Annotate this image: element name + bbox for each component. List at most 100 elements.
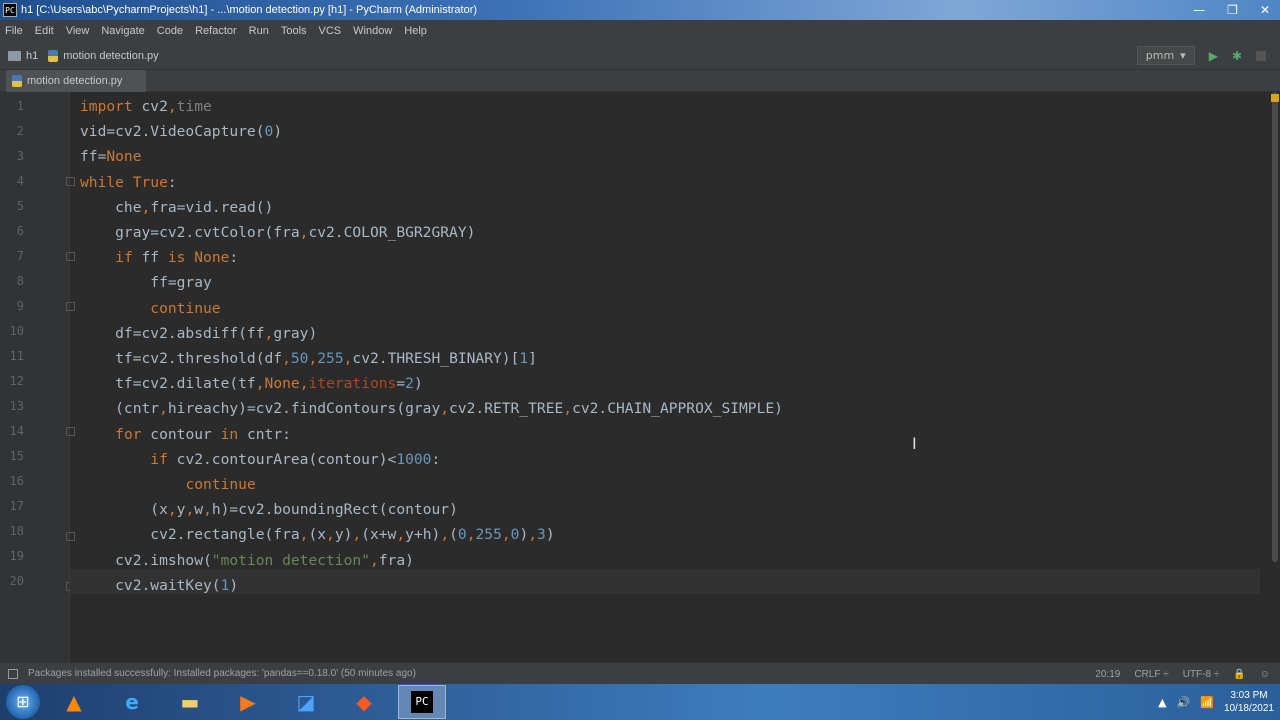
line-number: 19 — [9, 549, 24, 563]
editor-tabs: motion detection.py — [0, 70, 1280, 92]
code-line[interactable]: continue — [80, 472, 255, 497]
code-line[interactable]: (x,y,w,h)=cv2.boundingRect(contour) — [80, 497, 458, 522]
pycharm-icon: PC — [411, 691, 433, 713]
menu-view[interactable]: View — [66, 25, 90, 37]
code-line[interactable]: for contour in cntr: — [80, 422, 291, 447]
clock-time: 3:03 PM — [1230, 690, 1268, 701]
menu-navigate[interactable]: Navigate — [101, 25, 144, 37]
system-tray: ▲ 🔊 📶 3:03 PM 10/18/2021 — [1158, 684, 1274, 720]
minimize-button[interactable]: — — [1193, 0, 1205, 20]
line-number: 7 — [16, 249, 24, 263]
code-line[interactable]: gray=cv2.cvtColor(fra,cv2.COLOR_BGR2GRAY… — [80, 220, 475, 245]
pycharm-taskbar-button[interactable]: PC — [398, 685, 446, 719]
code-line[interactable]: df=cv2.absdiff(ff,gray) — [80, 321, 317, 346]
line-number: 17 — [9, 499, 24, 513]
code-editor[interactable]: 1 2 3 4 5 6 7 8 9 10 11 12 13 14 15 16 1… — [0, 92, 1280, 662]
line-number: 5 — [16, 199, 24, 213]
code-line[interactable]: cv2.rectangle(fra,(x,y),(x+w,y+h),(0,255… — [80, 522, 554, 547]
menu-refactor[interactable]: Refactor — [195, 25, 237, 37]
python-file-icon — [12, 75, 22, 87]
windows-taskbar: ⊞ ▲ e ▬ ▶ ◪ ◆ PC — [0, 684, 1280, 720]
line-number: 10 — [9, 324, 24, 338]
line-number: 15 — [9, 449, 24, 463]
status-message[interactable]: Packages installed successfully: Install… — [28, 668, 416, 679]
volume-icon[interactable]: 🔊 — [1177, 696, 1191, 709]
fold-marker-icon[interactable] — [66, 252, 75, 261]
current-line-highlight — [70, 569, 1260, 594]
line-number: 6 — [16, 224, 24, 238]
fold-marker-icon[interactable] — [66, 302, 75, 311]
code-line[interactable]: tf=cv2.dilate(tf,None,iterations=2) — [80, 371, 423, 396]
code-line[interactable]: import cv2,time — [80, 94, 212, 119]
code-line[interactable]: che,fra=vid.read() — [80, 195, 273, 220]
menu-help[interactable]: Help — [404, 25, 427, 37]
run-icon[interactable]: ▶ — [1209, 49, 1218, 63]
system-clock[interactable]: 3:03 PM 10/18/2021 — [1224, 689, 1274, 715]
code-line[interactable]: tf=cv2.threshold(df,50,255,cv2.THRESH_BI… — [80, 346, 537, 371]
line-number: 8 — [16, 274, 24, 288]
maximize-button[interactable]: ❐ — [1227, 0, 1238, 20]
menu-run[interactable]: Run — [249, 25, 269, 37]
line-number: 11 — [9, 349, 24, 363]
start-button[interactable]: ⊞ — [6, 685, 40, 719]
window-title: h1 [C:\Users\abc\PycharmProjects\h1] - .… — [21, 4, 478, 16]
menu-file[interactable]: File — [5, 25, 23, 37]
menu-tools[interactable]: Tools — [281, 25, 307, 37]
fold-marker-icon[interactable] — [66, 427, 75, 436]
show-hidden-icons-icon[interactable]: ▲ — [1158, 696, 1166, 709]
tool-window-toggle-icon[interactable] — [8, 668, 18, 679]
line-number: 4 — [16, 174, 24, 188]
window-titlebar: PC h1 [C:\Users\abc\PycharmProjects\h1] … — [0, 0, 1280, 20]
code-line[interactable]: while True: — [80, 170, 177, 195]
chevron-down-icon: ▾ — [1180, 49, 1186, 62]
run-configuration-select[interactable]: pmm ▾ — [1136, 46, 1195, 65]
code-line[interactable]: cv2.waitKey(1) — [80, 573, 238, 598]
breadcrumb-file-label: motion detection.py — [63, 49, 159, 62]
brave-browser-icon[interactable]: ◆ — [340, 685, 388, 719]
internet-explorer-icon[interactable]: e — [108, 685, 156, 719]
line-separator[interactable]: CRLF ÷ — [1134, 669, 1168, 680]
file-encoding[interactable]: UTF-8 ÷ — [1183, 669, 1220, 680]
breadcrumb-file[interactable]: motion detection.py — [48, 49, 159, 62]
code-line[interactable]: if cv2.contourArea(contour)<1000: — [80, 447, 440, 472]
text-cursor-icon: Ι — [912, 434, 917, 453]
run-configuration-label: pmm — [1145, 49, 1175, 62]
code-line[interactable]: cv2.imshow("motion detection",fra) — [80, 548, 414, 573]
fold-marker-icon[interactable] — [66, 532, 75, 541]
menu-edit[interactable]: Edit — [35, 25, 54, 37]
code-line[interactable]: (cntr,hireachy)=cv2.findContours(gray,cv… — [80, 396, 783, 421]
code-line[interactable]: ff=gray — [80, 270, 212, 295]
menu-vcs[interactable]: VCS — [319, 25, 342, 37]
line-number: 9 — [16, 299, 24, 313]
folder-icon — [8, 50, 21, 61]
lock-icon[interactable]: 🔒 — [1233, 669, 1245, 680]
code-line[interactable]: continue — [80, 296, 220, 321]
navigation-bar: h1 motion detection.py pmm ▾ ▶ ✱ — [0, 42, 1280, 70]
cursor-position[interactable]: 20:19 — [1095, 669, 1120, 680]
network-icon[interactable]: 📶 — [1200, 696, 1214, 709]
line-number: 20 — [9, 574, 24, 588]
vlc-icon[interactable]: ▲ — [50, 685, 98, 719]
status-bar: Packages installed successfully: Install… — [0, 662, 1280, 684]
code-line[interactable]: ff=None — [80, 144, 142, 169]
debug-icon[interactable]: ✱ — [1232, 49, 1242, 63]
vertical-scrollbar[interactable] — [1270, 92, 1280, 662]
breadcrumb-project[interactable]: h1 — [8, 50, 38, 62]
stop-icon[interactable] — [1256, 50, 1266, 61]
breadcrumb-project-label: h1 — [26, 49, 39, 62]
inspector-icon[interactable]: ☺ — [1260, 669, 1270, 680]
menu-code[interactable]: Code — [157, 25, 183, 37]
line-number: 12 — [9, 374, 24, 388]
media-player-icon[interactable]: ▶ — [224, 685, 272, 719]
clock-date: 10/18/2021 — [1223, 703, 1274, 714]
tab-motion-detection[interactable]: motion detection.py — [6, 70, 146, 92]
menu-window[interactable]: Window — [353, 25, 392, 37]
code-line[interactable]: vid=cv2.VideoCapture(0) — [80, 119, 282, 144]
scrollbar-thumb[interactable] — [1272, 92, 1278, 562]
fold-marker-icon[interactable] — [66, 177, 75, 186]
code-line[interactable]: if ff is None: — [80, 245, 238, 270]
close-button[interactable]: ✕ — [1260, 0, 1270, 20]
warning-marker-icon[interactable] — [1271, 94, 1279, 102]
file-explorer-icon[interactable]: ▬ — [166, 685, 214, 719]
document-app-icon[interactable]: ◪ — [282, 685, 330, 719]
